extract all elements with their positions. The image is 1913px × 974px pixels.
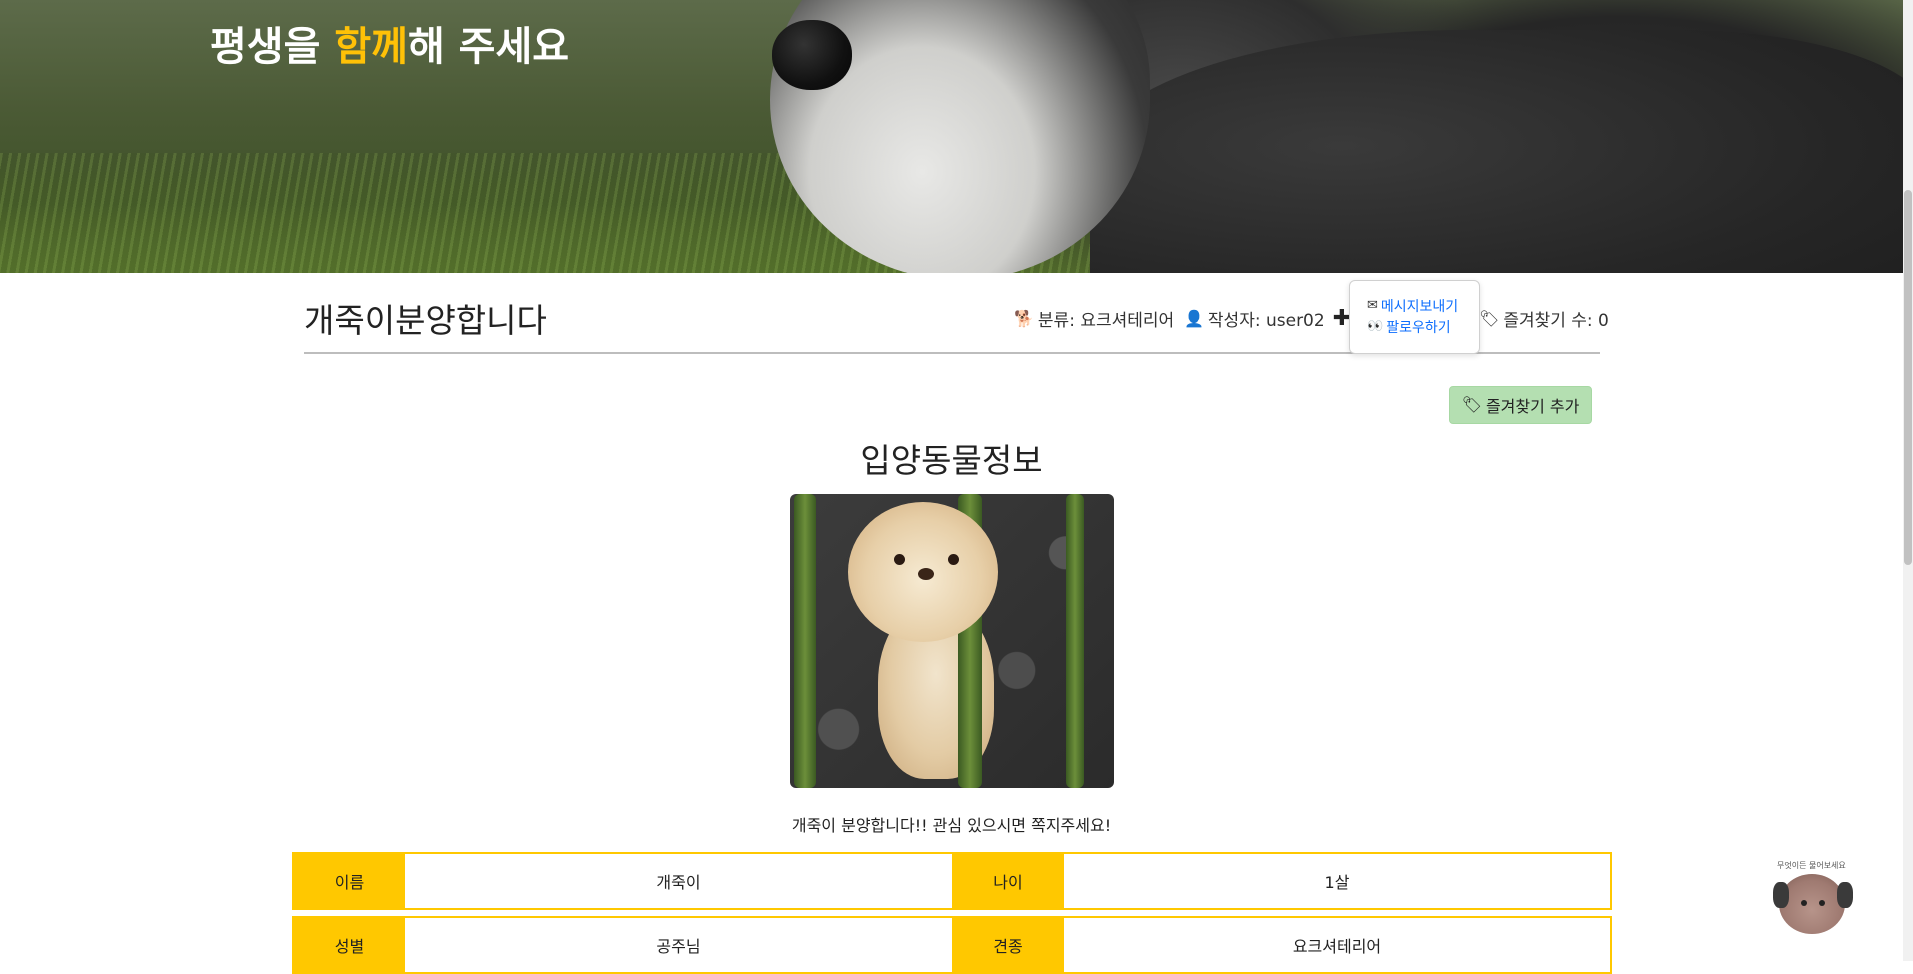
chatbot-ear — [1837, 882, 1853, 908]
photo-bamboo — [794, 494, 816, 788]
info-label-age: 나이 — [952, 854, 1064, 908]
scrollbar-thumb[interactable] — [1904, 190, 1912, 565]
send-message-link[interactable]: ✉ 메시지보내기 — [1367, 295, 1479, 316]
author-popover: ✉ 메시지보내기 👀 팔로우하기 — [1349, 280, 1480, 354]
add-favorite-label: 즐겨찾기 추가 — [1485, 397, 1580, 416]
hero-tagline-part2: 해 주세요 — [407, 24, 570, 70]
info-label-gender: 성별 — [294, 918, 405, 972]
hero-dog-body — [1090, 30, 1903, 273]
post-favorites-count: 🏷 즐겨찾기 수: 0 — [1479, 306, 1609, 331]
info-row: 성별 공주님 견종 요크셔테리어 — [292, 916, 1612, 974]
hero-tagline: 평생을 함께해 주세요 — [210, 14, 569, 72]
post-title: 개죽이분양합니다 — [304, 301, 547, 340]
info-value-breed: 요크셔테리어 — [1292, 937, 1382, 956]
chatbot-ear — [1773, 882, 1789, 908]
photo-puppy-eye — [894, 554, 905, 565]
chatbot-eye — [1819, 900, 1825, 906]
info-value-gender: 공주님 — [656, 937, 701, 956]
add-favorite-button[interactable]: 🏷 즐겨찾기 추가 — [1449, 386, 1592, 424]
follow-link[interactable]: 👀 팔로우하기 — [1367, 316, 1479, 337]
send-message-label: 메시지보내기 — [1380, 298, 1459, 315]
bookmark-icon: 🏷 — [1479, 308, 1500, 328]
post-category: 🐕 분류: 요크셔테리어 — [1014, 306, 1174, 331]
eyes-icon: 👀 — [1367, 319, 1384, 334]
info-label-breed: 견종 — [952, 918, 1064, 972]
post-author: 👤 작성자: user02 ✚ — [1184, 306, 1351, 331]
info-label-name: 이름 — [294, 854, 405, 908]
section-title: 입양동물정보 — [860, 441, 1043, 480]
photo-puppy-nose — [918, 568, 934, 580]
pet-photo — [790, 494, 1114, 788]
info-value-age: 1살 — [1324, 873, 1350, 892]
hero-banner: 평생을 함께해 주세요 — [0, 0, 1903, 273]
chatbot-widget[interactable]: 무엇이든 물어보세요 — [1765, 856, 1865, 936]
photo-bamboo — [1066, 494, 1084, 788]
hero-tagline-part1: 평생을 — [210, 24, 335, 70]
info-row: 이름 개죽이 나이 1살 — [292, 852, 1612, 910]
chatbot-eye — [1801, 900, 1807, 906]
follow-label: 팔로우하기 — [1386, 319, 1451, 336]
info-value-name: 개죽이 — [656, 873, 701, 892]
chatbot-avatar-icon — [1779, 874, 1845, 934]
pet-description: 개죽이 분양합니다!! 관심 있으시면 쪽지주세요! — [791, 816, 1112, 835]
chatbot-label: 무엇이든 물어보세요 — [1777, 861, 1846, 870]
envelope-icon: ✉ — [1367, 298, 1378, 313]
photo-puppy-eye — [948, 554, 959, 565]
post-category-label: 분류: 요크셔테리어 — [1037, 311, 1175, 331]
post-favorites-label: 즐겨찾기 수: 0 — [1503, 311, 1609, 331]
hero-tagline-highlight: 함께 — [334, 24, 408, 70]
bookmark-icon: 🏷 — [1461, 395, 1482, 414]
page-scrollbar[interactable] — [1903, 0, 1913, 961]
dog-icon: 🐕 — [1014, 308, 1034, 328]
person-icon: 👤 — [1184, 308, 1204, 328]
post-author-label: 작성자: user02 — [1207, 311, 1325, 331]
hero-dog-nose — [772, 20, 852, 90]
